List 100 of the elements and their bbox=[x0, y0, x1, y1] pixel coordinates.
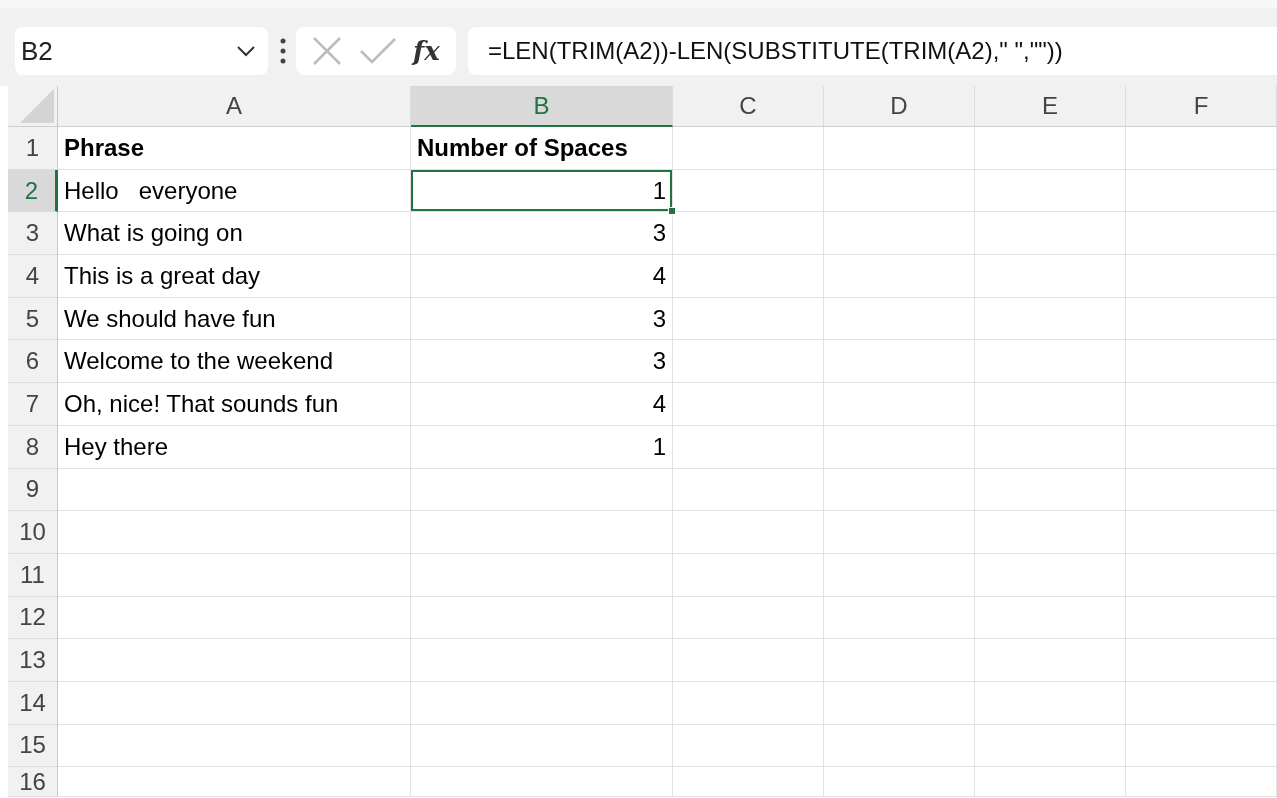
table-cell[interactable] bbox=[1126, 596, 1277, 640]
table-cell[interactable] bbox=[975, 255, 1126, 298]
table-cell[interactable] bbox=[411, 511, 673, 554]
formula-field[interactable]: =LEN(TRIM(A2))-LEN(SUBSTITUTE(TRIM(A2)," ","")) bbox=[468, 27, 1277, 75]
table-cell[interactable] bbox=[975, 639, 1126, 682]
row-header[interactable]: 11 bbox=[8, 553, 58, 597]
table-cell[interactable]: 3 bbox=[411, 340, 673, 384]
table-cell[interactable] bbox=[824, 425, 975, 469]
table-cell[interactable] bbox=[58, 767, 411, 798]
table-cell[interactable] bbox=[58, 553, 411, 597]
select-all-icon[interactable] bbox=[20, 89, 54, 123]
table-cell[interactable]: Welcome to the weekend bbox=[58, 340, 411, 384]
table-cell[interactable] bbox=[975, 553, 1126, 597]
table-cell[interactable] bbox=[1126, 681, 1277, 725]
table-cell[interactable] bbox=[1126, 340, 1277, 384]
table-cell[interactable] bbox=[58, 639, 411, 682]
table-cell[interactable] bbox=[824, 511, 975, 554]
table-cell[interactable] bbox=[824, 297, 975, 341]
table-cell[interactable]: Phrase bbox=[58, 127, 411, 170]
table-cell[interactable] bbox=[1126, 255, 1277, 298]
table-cell[interactable] bbox=[411, 767, 673, 798]
table-cell[interactable] bbox=[411, 639, 673, 682]
table-cell[interactable] bbox=[1126, 511, 1277, 554]
table-cell[interactable] bbox=[824, 681, 975, 725]
table-cell[interactable] bbox=[975, 425, 1126, 469]
row-header[interactable]: 8 bbox=[8, 425, 58, 469]
table-cell[interactable] bbox=[1126, 724, 1277, 768]
column-header[interactable]: B bbox=[411, 86, 673, 127]
row-header[interactable]: 4 bbox=[8, 255, 58, 298]
table-cell[interactable] bbox=[411, 724, 673, 768]
table-cell[interactable] bbox=[58, 681, 411, 725]
table-cell[interactable] bbox=[673, 425, 824, 469]
table-cell[interactable] bbox=[58, 596, 411, 640]
table-cell[interactable] bbox=[824, 596, 975, 640]
table-cell[interactable] bbox=[673, 553, 824, 597]
table-cell[interactable]: 1 bbox=[411, 425, 673, 469]
name-box[interactable]: B2 bbox=[15, 27, 268, 75]
dropdown-icon[interactable] bbox=[236, 45, 256, 57]
table-cell[interactable] bbox=[673, 255, 824, 298]
table-cell[interactable] bbox=[1126, 212, 1277, 256]
table-cell[interactable] bbox=[975, 468, 1126, 512]
table-cell[interactable] bbox=[1126, 553, 1277, 597]
fill-handle[interactable] bbox=[668, 207, 676, 216]
row-header[interactable]: 12 bbox=[8, 596, 58, 640]
column-header[interactable]: A bbox=[58, 86, 411, 127]
table-cell[interactable] bbox=[411, 468, 673, 512]
table-cell[interactable] bbox=[673, 340, 824, 384]
table-cell[interactable] bbox=[824, 724, 975, 768]
table-cell[interactable] bbox=[673, 127, 824, 170]
table-cell[interactable] bbox=[1126, 468, 1277, 512]
table-cell[interactable]: 3 bbox=[411, 297, 673, 341]
row-header[interactable]: 14 bbox=[8, 681, 58, 725]
table-cell[interactable] bbox=[58, 468, 411, 512]
column-header[interactable]: E bbox=[975, 86, 1126, 127]
table-cell[interactable] bbox=[1126, 639, 1277, 682]
row-header[interactable]: 3 bbox=[8, 212, 58, 256]
table-cell[interactable] bbox=[1126, 127, 1277, 170]
table-cell[interactable]: 1 bbox=[411, 169, 673, 213]
table-cell[interactable] bbox=[58, 724, 411, 768]
table-cell[interactable] bbox=[824, 553, 975, 597]
table-cell[interactable] bbox=[411, 553, 673, 597]
table-cell[interactable] bbox=[824, 340, 975, 384]
table-cell[interactable] bbox=[824, 767, 975, 798]
table-cell[interactable] bbox=[673, 639, 824, 682]
column-header[interactable]: D bbox=[824, 86, 975, 127]
table-cell[interactable] bbox=[975, 681, 1126, 725]
table-cell[interactable] bbox=[673, 297, 824, 341]
table-cell[interactable]: Oh, nice! That sounds fun bbox=[58, 383, 411, 426]
row-header[interactable]: 16 bbox=[8, 767, 58, 798]
table-cell[interactable] bbox=[824, 639, 975, 682]
table-cell[interactable]: Number of Spaces bbox=[411, 127, 673, 170]
row-header[interactable]: 1 bbox=[8, 127, 58, 170]
table-cell[interactable] bbox=[411, 596, 673, 640]
table-cell[interactable] bbox=[1126, 767, 1277, 798]
table-cell[interactable] bbox=[673, 596, 824, 640]
row-header[interactable]: 9 bbox=[8, 468, 58, 512]
table-cell[interactable] bbox=[824, 255, 975, 298]
table-cell[interactable] bbox=[673, 681, 824, 725]
table-cell[interactable] bbox=[975, 169, 1126, 213]
table-cell[interactable] bbox=[975, 383, 1126, 426]
row-header[interactable]: 2 bbox=[8, 169, 58, 213]
table-cell[interactable] bbox=[673, 468, 824, 512]
table-cell[interactable]: 4 bbox=[411, 383, 673, 426]
table-cell[interactable] bbox=[824, 169, 975, 213]
insert-function-button[interactable]: fx bbox=[413, 31, 440, 71]
table-cell[interactable] bbox=[824, 212, 975, 256]
cancel-icon[interactable] bbox=[312, 36, 343, 66]
more-icon[interactable] bbox=[280, 38, 286, 64]
table-cell[interactable] bbox=[975, 724, 1126, 768]
table-cell[interactable] bbox=[1126, 425, 1277, 469]
table-cell[interactable] bbox=[1126, 297, 1277, 341]
table-cell[interactable]: 3 bbox=[411, 212, 673, 256]
table-cell[interactable] bbox=[673, 383, 824, 426]
table-cell[interactable] bbox=[673, 169, 824, 213]
table-cell[interactable] bbox=[975, 127, 1126, 170]
row-header[interactable]: 6 bbox=[8, 340, 58, 384]
row-header[interactable]: 15 bbox=[8, 724, 58, 768]
table-cell[interactable] bbox=[975, 511, 1126, 554]
table-cell[interactable] bbox=[673, 511, 824, 554]
table-cell[interactable] bbox=[824, 468, 975, 512]
